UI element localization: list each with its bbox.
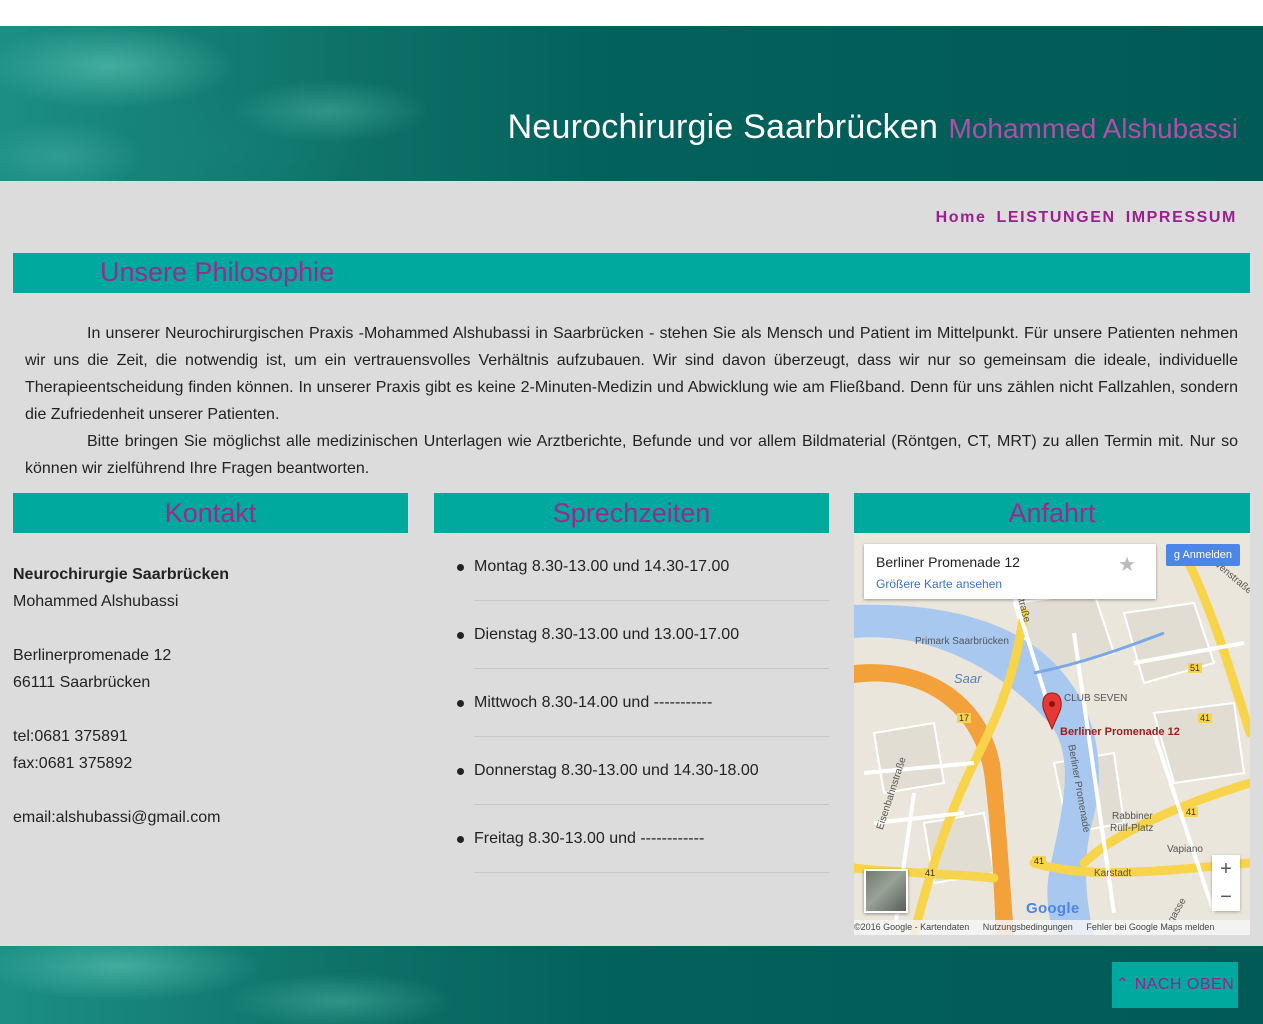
- philosophy-header-bar: Unsere Philosophie: [13, 253, 1250, 293]
- top-white-strip: [0, 0, 1263, 26]
- sprechzeiten-item: Mittwoch 8.30-14.00 und -----------: [457, 669, 829, 737]
- zoom-in-button[interactable]: +: [1212, 855, 1240, 883]
- kontakt-practice-name: Neurochirurgie Saarbrücken: [13, 566, 230, 583]
- road-number: 41: [1032, 856, 1047, 866]
- map-terms-link[interactable]: Nutzungsbedingungen: [983, 922, 1073, 932]
- anfahrt-header-bar: Anfahrt: [854, 493, 1250, 533]
- map-label: Karstadt: [1094, 868, 1132, 879]
- sprechzeiten-item: Dienstag 8.30-13.00 und 13.00-17.00: [457, 601, 829, 669]
- map-label: Rabbiner: [1112, 811, 1153, 822]
- philosophy-text: In unserer Neurochirurgischen Praxis -Mo…: [25, 320, 1238, 482]
- site-title[interactable]: Neurochirurgie Saarbrücken Mohammed Alsh…: [508, 108, 1238, 147]
- nav-home[interactable]: Home: [936, 209, 987, 226]
- nav-impressum[interactable]: IMPRESSUM: [1126, 209, 1237, 226]
- philosophy-heading: Unsere Philosophie: [100, 257, 335, 287]
- star-icon[interactable]: ★: [1118, 552, 1136, 577]
- kontakt-street: Berlinerpromenade 12: [13, 647, 172, 664]
- site-footer: [0, 946, 1263, 1024]
- nav-leistungen[interactable]: LEISTUNGEN: [997, 209, 1116, 226]
- zoom-control: + −: [1212, 855, 1240, 911]
- anfahrt-heading: Anfahrt: [1008, 498, 1096, 528]
- kontakt-details: Neurochirurgie Saarbrücken Mohammed Alsh…: [13, 561, 408, 831]
- philosophy-paragraph: In unserer Neurochirurgischen Praxis -Mo…: [25, 325, 1238, 423]
- sprechzeiten-list: Montag 8.30-13.00 und 14.30-17.00 Dienst…: [457, 533, 829, 873]
- sprechzeiten-item: Donnerstag 8.30-13.00 und 14.30-18.00: [457, 737, 829, 805]
- map-label: Primark Saarbrücken: [915, 636, 1009, 647]
- map-card-address: Berliner Promenade 12: [876, 554, 1020, 570]
- main-nav: Home LEISTUNGEN IMPRESSUM: [932, 209, 1237, 227]
- map-label: Rülf-Platz: [1110, 823, 1154, 834]
- signin-button[interactable]: g Anmelden: [1165, 544, 1240, 566]
- kontakt-header-bar: Kontakt: [13, 493, 408, 533]
- google-logo: Google: [1026, 900, 1080, 917]
- sprechzeiten-item: Freitag 8.30-13.00 und ------------: [457, 805, 829, 873]
- map-label: Vapiano: [1167, 844, 1203, 855]
- site-title-owner: Mohammed Alshubassi: [948, 113, 1238, 144]
- philosophy-paragraph: Bitte bringen Sie möglichst alle medizin…: [25, 433, 1238, 477]
- kontakt-email: email:alshubassi@gmail.com: [13, 809, 221, 826]
- kontakt-person: Mohammed Alshubassi: [13, 593, 179, 610]
- sprechzeiten-header-bar: Sprechzeiten: [434, 493, 829, 533]
- kontakt-heading: Kontakt: [164, 498, 257, 528]
- kontakt-city: 66111 Saarbrücken: [13, 674, 151, 691]
- satellite-toggle[interactable]: [864, 869, 908, 913]
- map-footer: ©2016 Google - Kartendaten Nutzungsbedin…: [854, 920, 1250, 935]
- site-header: Neurochirurgie Saarbrücken Mohammed Alsh…: [0, 26, 1263, 181]
- map-report-link[interactable]: Fehler bei Google Maps melden: [1086, 922, 1214, 932]
- larger-map-link[interactable]: Größere Karte ansehen: [876, 577, 1002, 591]
- kontakt-tel: tel:0681 375891: [13, 728, 128, 745]
- sprechzeiten-heading: Sprechzeiten: [552, 498, 711, 528]
- map-label: Saar: [954, 671, 982, 686]
- kontakt-fax: fax:0681 375892: [13, 755, 133, 772]
- road-number: 41: [1198, 713, 1213, 723]
- map-pin-label: Berliner Promenade 12: [1060, 726, 1180, 738]
- road-number: 51: [1188, 663, 1203, 673]
- map-info-card: Berliner Promenade 12 Größere Karte anse…: [864, 544, 1156, 599]
- map-label: CLUB SEVEN: [1064, 693, 1128, 704]
- signin-label: Anmelden: [1182, 549, 1232, 561]
- road-number: 17: [957, 713, 972, 723]
- google-map[interactable]: Primark Saarbrücken CLUB SEVEN Saar Eise…: [854, 533, 1250, 935]
- back-to-top-button[interactable]: ⌃ NACH OBEN: [1112, 962, 1238, 1008]
- map-copyright: ©2016 Google - Kartendaten: [854, 922, 970, 932]
- sprechzeiten-item: Montag 8.30-13.00 und 14.30-17.00: [457, 533, 829, 601]
- zoom-out-button[interactable]: −: [1212, 883, 1240, 911]
- road-number: 41: [1184, 807, 1199, 817]
- site-title-main: Neurochirurgie Saarbrücken: [507, 108, 939, 146]
- road-number: 41: [923, 868, 938, 878]
